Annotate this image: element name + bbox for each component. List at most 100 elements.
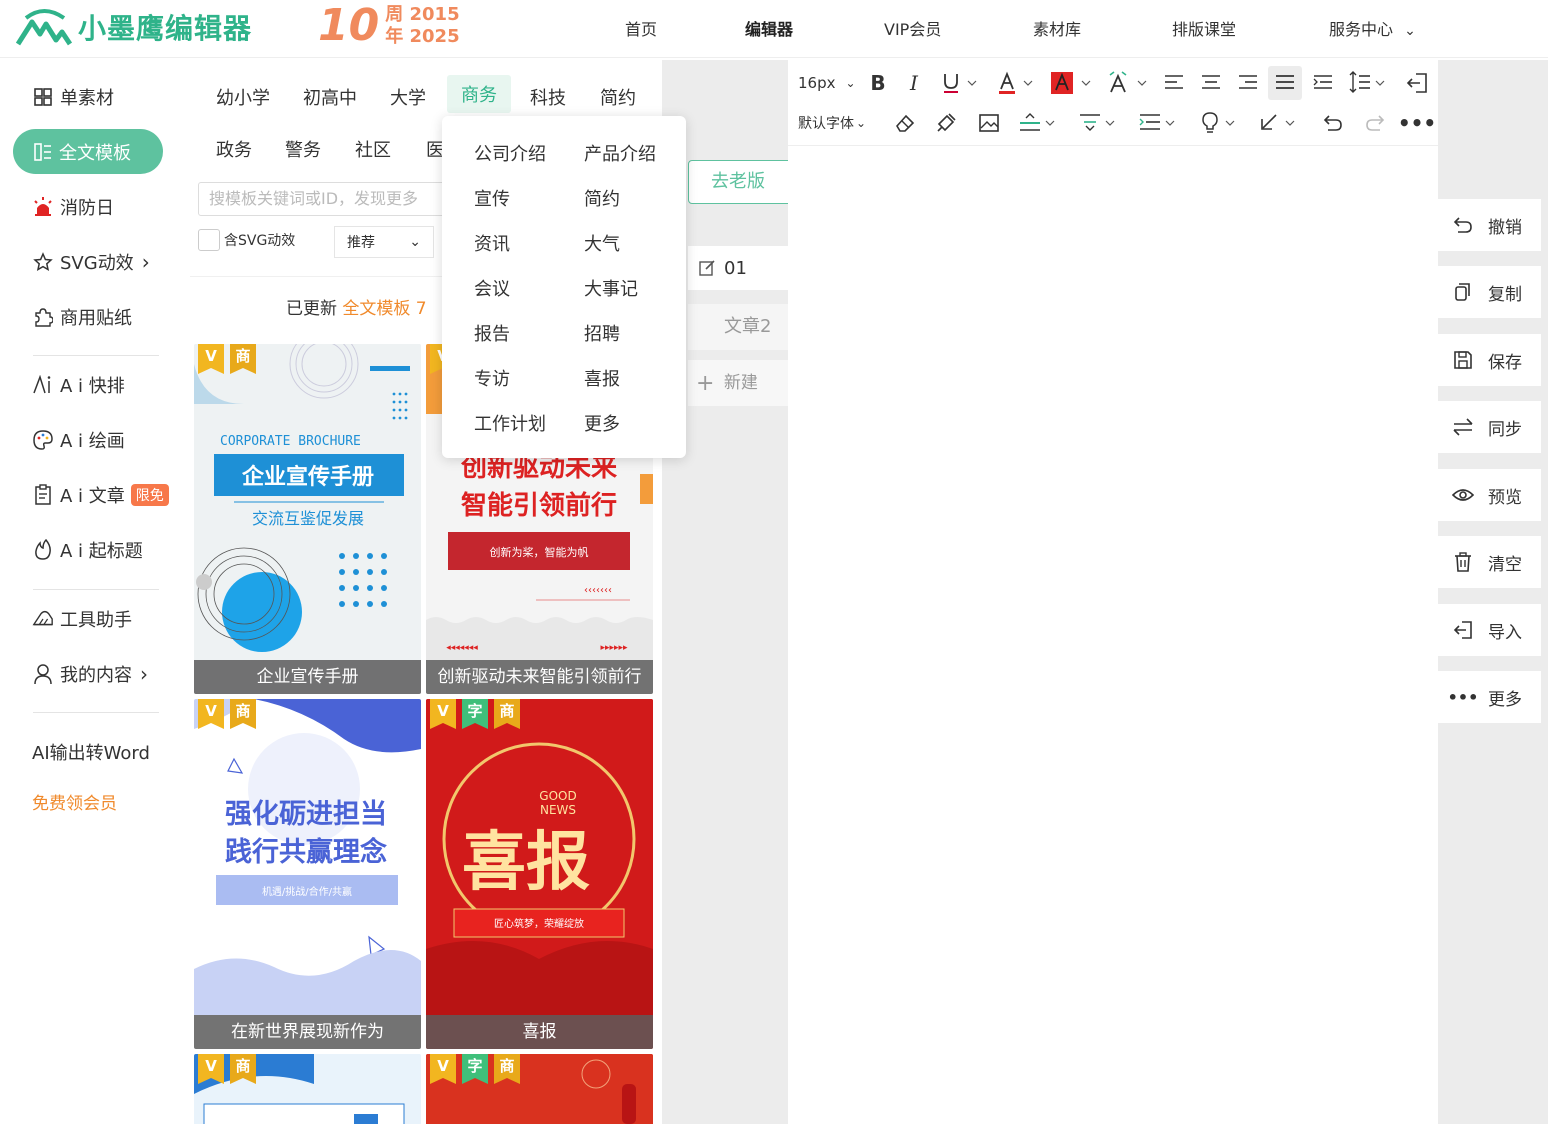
nav-materials[interactable]: 素材库	[1033, 16, 1081, 40]
category-item-active[interactable]: 商务	[447, 75, 511, 113]
import-button[interactable]: 导入	[1438, 604, 1541, 656]
font-size-value: 16px	[798, 74, 836, 92]
format-brush-icon[interactable]	[933, 110, 959, 136]
dropdown-item[interactable]: 大事记	[584, 275, 638, 301]
nav-service[interactable]: 服务中心 ⌄	[1329, 16, 1416, 40]
article-item-active[interactable]: 01	[688, 246, 798, 290]
sidebar-item-svg[interactable]: SVG动效 ›	[32, 249, 150, 275]
sidebar-item-ai-title[interactable]: A i 起标题	[32, 537, 143, 563]
template-card[interactable]: 强化砺进担当 践行共赢理念 机遇/挑战/合作/共赢 V 商 在新世界展现新作为	[194, 699, 421, 1049]
align-left-icon[interactable]	[1162, 70, 1186, 96]
nav-course[interactable]: 排版课堂	[1172, 16, 1236, 40]
nav-vip[interactable]: VIP会员	[884, 16, 941, 40]
align-justify-icon[interactable]	[1268, 66, 1302, 100]
category-item[interactable]: 科技	[530, 84, 566, 110]
new-article-button[interactable]: + 新建	[688, 360, 798, 406]
sidebar-item-ai-article[interactable]: A i 文章 限免	[32, 482, 169, 508]
dropdown-item[interactable]: 工作计划	[474, 410, 546, 436]
image-icon[interactable]	[976, 110, 1002, 136]
editor-area[interactable]: 16px ⌄ B I 默认字体 ⌄ •••	[788, 60, 1438, 1124]
dropdown-item[interactable]: 大气	[584, 230, 620, 256]
font-color-icon[interactable]	[996, 70, 1036, 96]
indent-icon[interactable]	[1311, 70, 1335, 96]
redo-icon[interactable]	[1362, 110, 1388, 136]
sort-select[interactable]: 推荐 ⌄	[334, 226, 434, 258]
paragraph-spacing-icon[interactable]	[1078, 110, 1122, 136]
font-size-select[interactable]: 16px ⌄	[798, 70, 856, 96]
clear-button[interactable]: 清空	[1438, 536, 1541, 588]
preview-button[interactable]: 预览	[1438, 469, 1541, 521]
align-center-icon[interactable]	[1199, 70, 1223, 96]
sidebar-item-mycontent[interactable]: 我的内容 ›	[32, 661, 148, 687]
sidebar-item-label: A i 起标题	[60, 541, 143, 562]
font-family-select[interactable]: 默认字体 ⌄	[798, 110, 866, 136]
nav-editor[interactable]: 编辑器	[745, 16, 793, 40]
sidebar-item-tools[interactable]: 工具助手	[32, 606, 132, 632]
sidebar-item-freevip[interactable]: 免费领会员	[32, 789, 117, 814]
bold-icon[interactable]: B	[866, 70, 890, 96]
sidebar-divider	[33, 589, 159, 590]
line-height-icon[interactable]	[1346, 70, 1390, 96]
undo-icon[interactable]	[1320, 110, 1346, 136]
dropdown-item[interactable]: 喜报	[584, 365, 620, 391]
dropdown-item[interactable]: 简约	[584, 185, 620, 211]
template-card[interactable]: V 商	[194, 1054, 421, 1124]
update-highlight[interactable]: 全文模板 7	[342, 299, 426, 319]
eraser-icon[interactable]	[892, 110, 918, 136]
logo[interactable]: 小墨鹰编辑器	[16, 6, 252, 48]
dropdown-item[interactable]: 更多	[584, 410, 620, 436]
old-version-button[interactable]: 去老版	[688, 160, 798, 204]
sidebar-item-fireday[interactable]: 消防日	[32, 194, 114, 220]
category-item[interactable]: 警务	[285, 136, 321, 162]
category-item[interactable]: 初高中	[303, 84, 357, 110]
template-card[interactable]: 喜报 GOOD NEWS 匠心筑梦，荣耀绽放 V 字 商 喜报	[426, 699, 653, 1049]
tpl3-line1: 强化砺进担当	[225, 799, 387, 830]
dropdown-item[interactable]: 专访	[474, 365, 510, 391]
underline-icon[interactable]	[940, 70, 980, 96]
sidebar-item-stickers[interactable]: 商用贴纸	[32, 304, 132, 330]
nav-home[interactable]: 首页	[625, 16, 657, 40]
category-item[interactable]: 大学	[390, 84, 426, 110]
dropdown-item[interactable]: 资讯	[474, 230, 510, 256]
save-button[interactable]: 保存	[1438, 334, 1541, 386]
sidebar-item-ai-layout[interactable]: A i 快排	[32, 372, 125, 398]
background-color-icon[interactable]	[1050, 70, 1094, 96]
arrow-tool-icon[interactable]	[1258, 110, 1302, 136]
dropdown-item[interactable]: 产品介绍	[584, 140, 656, 166]
copy-icon	[1452, 281, 1474, 303]
template-card[interactable]: V 字 商	[426, 1054, 653, 1124]
exit-fullscreen-icon[interactable]	[1404, 70, 1430, 96]
more-icon[interactable]: •••	[1398, 110, 1436, 136]
copy-button[interactable]: 复制	[1438, 266, 1541, 318]
divider-line-icon[interactable]	[1018, 110, 1062, 136]
dropdown-item[interactable]: 招聘	[584, 320, 620, 346]
dropdown-item[interactable]: 公司介绍	[474, 140, 546, 166]
align-right-icon[interactable]	[1236, 70, 1260, 96]
sidebar-item-word[interactable]: AI输出转Word	[32, 739, 150, 765]
italic-icon[interactable]: I	[902, 70, 926, 96]
article-item[interactable]: 文章2	[688, 304, 798, 350]
svg-filter-checkbox[interactable]: 含SVG动效	[198, 229, 295, 251]
category-item[interactable]: 简约	[600, 84, 636, 110]
lightbulb-icon[interactable]	[1198, 110, 1242, 136]
sidebar-item-ai-paint[interactable]: A i 绘画	[32, 427, 125, 453]
letter-spacing-icon[interactable]	[1138, 110, 1182, 136]
more-button[interactable]: ••• 更多	[1438, 671, 1541, 723]
category-item[interactable]: 社区	[355, 136, 391, 162]
checkbox-box[interactable]	[198, 229, 220, 251]
sync-button[interactable]: 同步	[1438, 401, 1541, 453]
template-card[interactable]: CORPORATE BROCHURE 企业宣传手册 交流互鉴促发展 V 商 企业…	[194, 344, 421, 694]
category-item[interactable]: 政务	[216, 136, 252, 162]
text-effect-icon[interactable]	[1106, 70, 1150, 96]
undo-button[interactable]: 撤销	[1438, 199, 1541, 251]
ai-icon	[32, 374, 54, 396]
sidebar-item-label: A i 文章	[60, 486, 125, 507]
sidebar-item-label: AI输出转Word	[32, 743, 150, 764]
dropdown-item[interactable]: 宣传	[474, 185, 510, 211]
dropdown-item[interactable]: 报告	[474, 320, 510, 346]
category-item[interactable]: 幼小学	[216, 84, 270, 110]
dropdown-item[interactable]: 会议	[474, 275, 510, 301]
search-input[interactable]: 搜模板关键词或ID，发现更多	[198, 182, 448, 216]
sidebar-item-fulltemplate[interactable]: 全文模板	[13, 129, 163, 174]
sidebar-item-single[interactable]: 单素材	[32, 84, 114, 110]
